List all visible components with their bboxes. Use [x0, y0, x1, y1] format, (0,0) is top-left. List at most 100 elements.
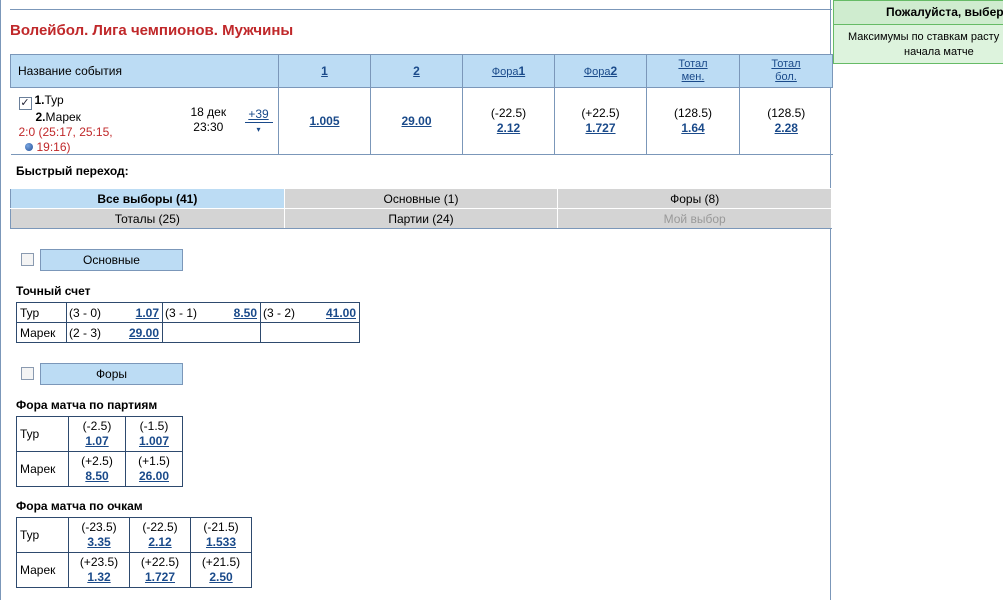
tab-all[interactable]: Все выборы (41) — [10, 188, 285, 209]
fora-handicap: (-23.5) — [81, 520, 117, 534]
col-total-under-a[interactable]: Тотал — [647, 58, 739, 71]
odd-win2[interactable]: 29.00 — [401, 114, 431, 128]
section-main-button[interactable]: Основные — [40, 249, 183, 271]
tab-totals[interactable]: Тоталы (25) — [10, 208, 285, 229]
top-divider — [10, 9, 832, 10]
exact-odd-link[interactable]: 41.00 — [326, 306, 356, 320]
odd-fora2[interactable]: 1.727 — [585, 121, 615, 135]
col-fora1-label[interactable]: Фора — [492, 66, 519, 78]
exact-score: (3 - 1) — [162, 302, 213, 323]
team2-number: 2. — [35, 110, 46, 124]
col-total-under[interactable]: Тотал мен. — [646, 54, 740, 88]
team1-number: 1. — [34, 93, 45, 107]
col-win2[interactable]: 2 — [370, 54, 463, 88]
col-fora1-num[interactable]: 1 — [519, 64, 526, 78]
quick-jump-label: Быстрый переход: — [16, 164, 129, 178]
odd-total-under[interactable]: 1.64 — [681, 121, 704, 135]
event-row: ✓ 1.Тур 2.Марек 2:0 (25:17, 25:15, 19:16)… — [10, 87, 833, 155]
col-win1[interactable]: 1 — [278, 54, 371, 88]
tab-parties[interactable]: Партии (24) — [283, 208, 559, 229]
fora-parties-team2: Марек — [16, 451, 69, 487]
fora-odd[interactable]: 1.533 — [206, 535, 236, 549]
col-event-name: Название события — [10, 54, 279, 88]
odd-fora1-cell[interactable]: (-22.5) 2.12 — [462, 87, 555, 155]
exact-odd[interactable]: 41.00 — [310, 302, 360, 323]
fora-cell[interactable]: (+22.5) 1.727 — [129, 552, 191, 588]
fora-parties-label: Фора матча по партиям — [16, 398, 158, 412]
exact-odd[interactable]: 8.50 — [212, 302, 261, 323]
team2-name: Марек — [45, 110, 81, 124]
exact-odd[interactable]: 1.07 — [116, 302, 163, 323]
col-total-under-b[interactable]: мен. — [647, 71, 739, 84]
odd-total-under-cell[interactable]: (128.5) 1.64 — [646, 87, 740, 155]
exact-odd-link[interactable]: 1.07 — [136, 306, 159, 320]
col-total-over-b[interactable]: бол. — [740, 71, 832, 84]
odd-win1-cell[interactable]: 1.005 — [278, 87, 371, 155]
more-markets-button[interactable]: +39 ▾ — [244, 107, 273, 136]
odd-fora1[interactable]: 2.12 — [497, 121, 520, 135]
exact-score-table: Тур (3 - 0) 1.07 (3 - 1) 8.50 (3 - 2) 41… — [16, 302, 360, 343]
fora-cell[interactable]: (-1.5) 1.007 — [125, 416, 183, 452]
odd-total-over-cell[interactable]: (128.5) 2.28 — [739, 87, 833, 155]
fora-handicap: (-2.5) — [82, 419, 112, 433]
col-win2-link[interactable]: 2 — [413, 64, 420, 78]
fora-parties-team1: Тур — [16, 416, 69, 452]
live-score: 2:0 (25:17, 25:15, — [18, 125, 113, 139]
fora-handicap: (+1.5) — [138, 454, 170, 468]
volleyball-icon — [24, 143, 33, 151]
notice-line-1: Максимумы по ставкам расту — [848, 31, 1000, 43]
fora-cell[interactable]: (-22.5) 2.12 — [129, 517, 191, 553]
col-fora2-label[interactable]: Фора — [584, 66, 611, 78]
event-info-cell: ✓ 1.Тур 2.Марек 2:0 (25:17, 25:15, 19:16)… — [10, 87, 279, 155]
tabs-divider — [10, 228, 832, 229]
event-time: 23:30 — [193, 120, 224, 134]
more-markets-count[interactable]: +39 — [248, 107, 268, 121]
fora-odd[interactable]: 26.00 — [139, 469, 169, 483]
section-foras-button[interactable]: Форы — [40, 363, 183, 385]
fora-odd[interactable]: 8.50 — [85, 469, 108, 483]
exact-odd[interactable]: 29.00 — [116, 322, 163, 343]
odd-win1[interactable]: 1.005 — [309, 114, 339, 128]
col-fora1[interactable]: Фора1 — [462, 54, 555, 88]
fora-cell[interactable]: (+2.5) 8.50 — [68, 451, 126, 487]
section-main-header: Основные — [21, 249, 183, 271]
col-fora2-num[interactable]: 2 — [611, 64, 618, 78]
main-panel: Волейбол. Лига чемпионов. Мужчины Назван… — [0, 0, 833, 600]
col-total-over-a[interactable]: Тотал — [740, 58, 832, 71]
event-checkbox[interactable]: ✓ — [18, 97, 32, 110]
odd-win2-cell[interactable]: 29.00 — [370, 87, 463, 155]
tab-foras[interactable]: Форы (8) — [557, 188, 832, 209]
fora-odd[interactable]: 1.007 — [139, 434, 169, 448]
fora-odd[interactable]: 3.35 — [87, 535, 110, 549]
odd-fora2-cell[interactable]: (+22.5) 1.727 — [554, 87, 647, 155]
section-foras-checkbox[interactable] — [21, 367, 34, 381]
tab-my-choice[interactable]: Мой выбор — [557, 208, 832, 229]
notice-line-2: начала матче — [904, 46, 974, 58]
fora-odd[interactable]: 1.07 — [85, 434, 108, 448]
fora-cell[interactable]: (+23.5) 1.32 — [68, 552, 130, 588]
fora-points-table: Тур (-23.5) 3.35 (-22.5) 2.12 (-21.5) 1.533… — [16, 517, 252, 588]
fora1-handicap: (-22.5) — [490, 106, 527, 120]
fora-odd[interactable]: 1.32 — [87, 570, 110, 584]
odd-total-over[interactable]: 2.28 — [775, 121, 798, 135]
fora-cell[interactable]: (+21.5) 2.50 — [190, 552, 252, 588]
col-total-over[interactable]: Тотал бол. — [739, 54, 833, 88]
col-fora2[interactable]: Фора2 — [554, 54, 647, 88]
fora-cell[interactable]: (-23.5) 3.35 — [68, 517, 130, 553]
fora-odd[interactable]: 1.727 — [145, 570, 175, 584]
fora-points-team2: Марек — [16, 552, 69, 588]
fora-cell[interactable]: (+1.5) 26.00 — [125, 451, 183, 487]
fora-odd[interactable]: 2.12 — [148, 535, 171, 549]
tab-main[interactable]: Основные (1) — [283, 188, 559, 209]
page-title: Волейбол. Лига чемпионов. Мужчины — [10, 22, 294, 39]
exact-odd-link[interactable]: 29.00 — [129, 326, 159, 340]
col-win1-link[interactable]: 1 — [321, 64, 328, 78]
section-main-checkbox[interactable] — [21, 253, 34, 267]
exact-odd-link[interactable]: 8.50 — [234, 306, 257, 320]
fora-cell[interactable]: (-21.5) 1.533 — [190, 517, 252, 553]
fora2-handicap: (+22.5) — [581, 106, 620, 120]
fora-odd[interactable]: 2.50 — [209, 570, 232, 584]
live-score-cont: 19:16) — [36, 140, 71, 154]
chevron-down-icon[interactable]: ▾ — [244, 122, 273, 136]
fora-cell[interactable]: (-2.5) 1.07 — [68, 416, 126, 452]
